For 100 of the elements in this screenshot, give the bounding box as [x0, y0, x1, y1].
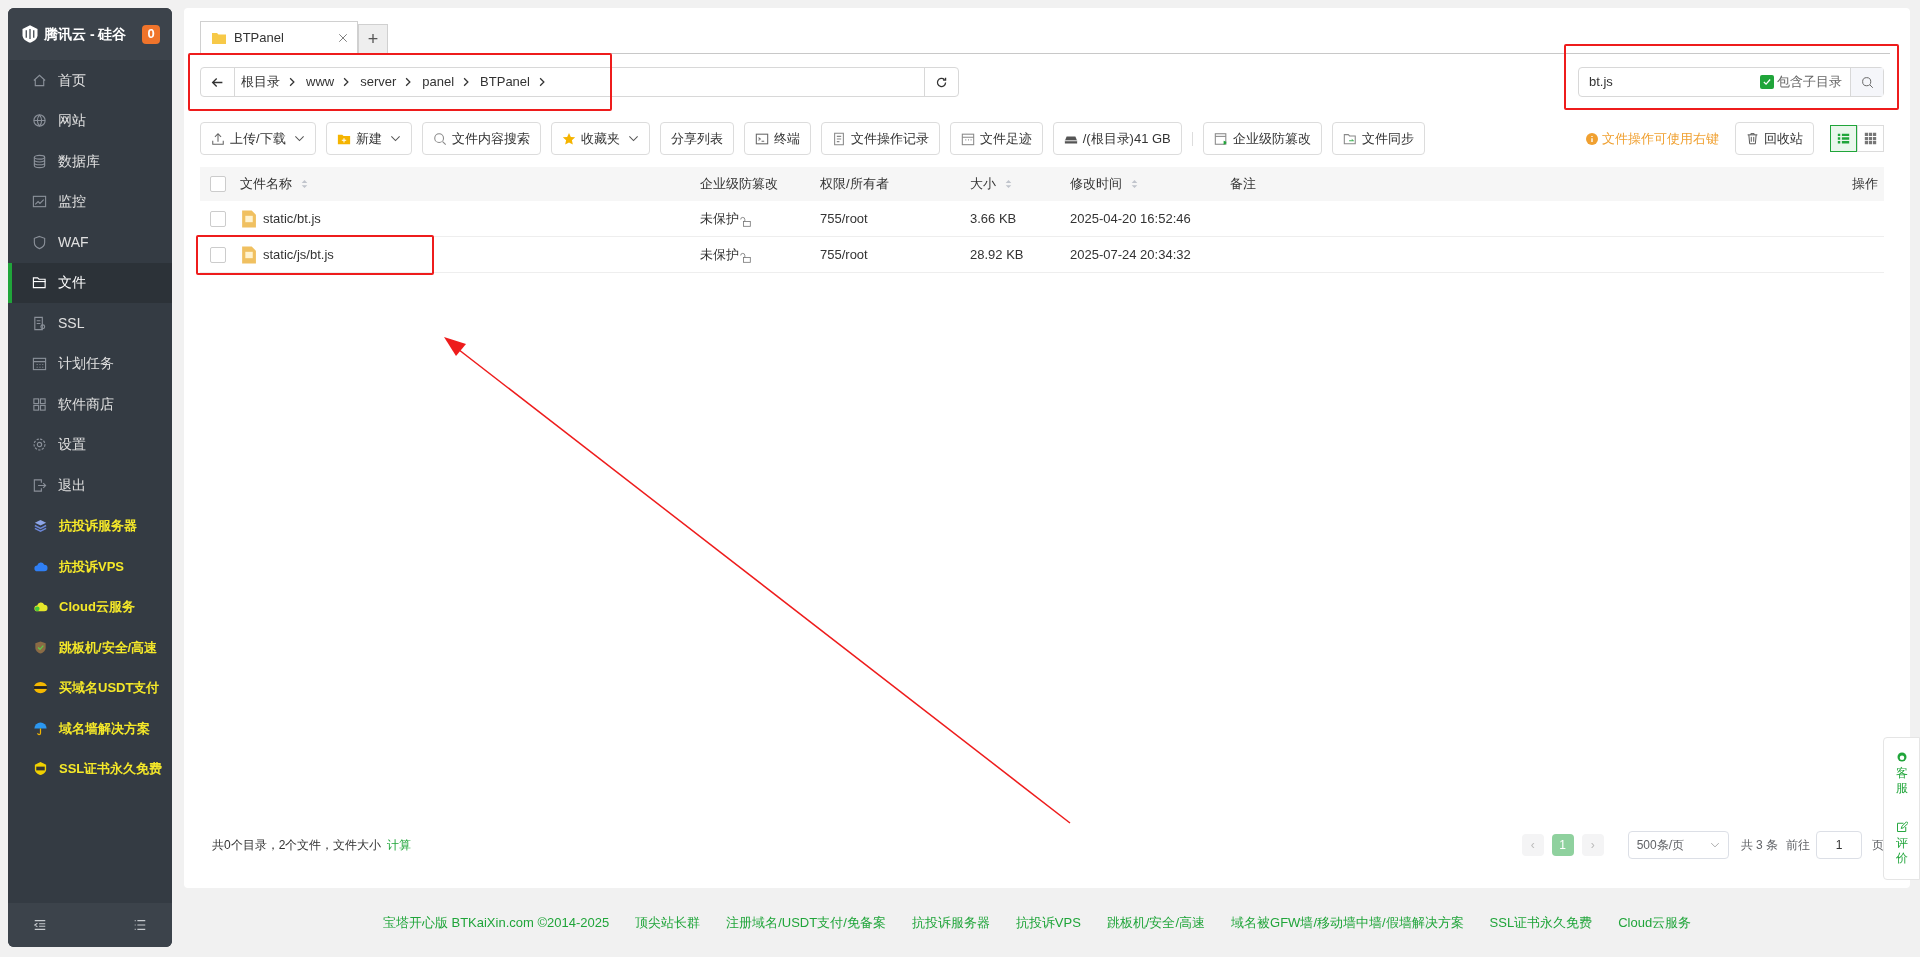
- tab[interactable]: BTPanel: [200, 21, 358, 54]
- sidebar-item[interactable]: 域名墙解决方案: [8, 708, 172, 749]
- settings-icon: [32, 437, 47, 453]
- sidebar-item[interactable]: 首页: [8, 60, 172, 101]
- breadcrumb-segment[interactable]: www: [300, 68, 339, 96]
- column-header[interactable]: 大小: [970, 174, 996, 194]
- toolbar-button[interactable]: 文件足迹: [949, 122, 1043, 155]
- back-arrow-icon: [211, 75, 224, 89]
- toolbar-button[interactable]: 分享列表: [659, 122, 734, 155]
- file-name[interactable]: static/bt.js: [263, 208, 321, 229]
- refresh-icon: [935, 75, 948, 89]
- upload-icon: [211, 131, 225, 146]
- breadcrumb-segment[interactable]: 根目录: [235, 68, 284, 96]
- sidebar-item[interactable]: SSL证书永久免费: [8, 748, 172, 789]
- column-header[interactable]: 企业级防篡改: [700, 174, 778, 194]
- sidebar-item[interactable]: 数据库: [8, 141, 172, 182]
- chevron-down-icon: [627, 133, 639, 144]
- column-header[interactable]: 权限/所有者: [820, 174, 889, 194]
- protection-status[interactable]: 未保护: [700, 244, 739, 265]
- grid-view-button[interactable]: [1857, 125, 1884, 152]
- www-badge-icon: [33, 680, 48, 696]
- unlock-icon: [740, 251, 751, 263]
- sidebar-item[interactable]: 文件: [8, 262, 172, 303]
- per-page-select[interactable]: 500条/页: [1627, 831, 1729, 859]
- toolbar-button[interactable]: 终端: [743, 122, 811, 155]
- folder-icon: [210, 30, 228, 46]
- breadcrumb-segment[interactable]: BTPanel: [474, 68, 534, 96]
- sidebar-item[interactable]: 网站: [8, 100, 172, 141]
- info-icon: [1586, 132, 1598, 145]
- row-checkbox[interactable]: [210, 246, 226, 263]
- row-checkbox[interactable]: [210, 176, 226, 192]
- sidebar-item[interactable]: 软件商店: [8, 384, 172, 425]
- certificate-icon: [32, 315, 47, 331]
- column-header[interactable]: 修改时间: [1070, 174, 1122, 194]
- column-header[interactable]: 操作: [1852, 174, 1878, 194]
- recycle-bin-button[interactable]: 回收站: [1735, 122, 1814, 155]
- toolbar-button[interactable]: /(根目录)41 GB: [1052, 122, 1182, 155]
- toolbar-button[interactable]: 新建: [325, 122, 412, 155]
- toolbar-button[interactable]: 企业级防篡改: [1202, 122, 1322, 155]
- trash-icon: [1746, 132, 1759, 145]
- sort-icon: [1004, 178, 1013, 190]
- apps-grid-icon: [32, 396, 47, 412]
- toolbar-button[interactable]: 文件操作记录: [820, 122, 940, 155]
- sort-icon: [1130, 178, 1139, 190]
- grid-icon: [1864, 132, 1877, 145]
- row-checkbox[interactable]: [210, 210, 226, 227]
- breadcrumb-segment[interactable]: server: [354, 68, 401, 96]
- calendar-icon: [32, 356, 47, 372]
- include-subdirs-checkbox[interactable]: 包含子目录: [1760, 68, 1850, 96]
- sidebar-item[interactable]: 买域名USDT支付: [8, 667, 172, 708]
- js-file-icon: [240, 208, 257, 229]
- home-icon: [32, 72, 47, 88]
- modified-time-cell-text: 2025-07-24 20:34:32: [1070, 245, 1192, 264]
- toolbar-button[interactable]: 上传/下载: [200, 122, 316, 155]
- file-name[interactable]: static/js/bt.js: [263, 244, 334, 265]
- permission-cell[interactable]: 755/root: [820, 244, 970, 265]
- list-icon: [133, 918, 147, 932]
- logout-icon: [32, 477, 47, 493]
- path-bar[interactable]: 根目录 www server panel BTPanel: [200, 67, 959, 97]
- search-button[interactable]: [1850, 68, 1883, 96]
- column-header[interactable]: 文件名称: [240, 174, 292, 194]
- chevron-down-icon: [1709, 840, 1720, 850]
- sidebar-item[interactable]: 跳板机/安全/高速: [8, 627, 172, 668]
- protection-status[interactable]: 未保护: [700, 208, 739, 229]
- breadcrumb-segment[interactable]: panel: [416, 68, 459, 96]
- brand-name: 腾讯云 - 硅谷: [44, 24, 128, 44]
- sidebar-item[interactable]: WAF: [8, 222, 172, 263]
- list-view-button[interactable]: [1830, 125, 1857, 152]
- close-icon: [338, 33, 348, 43]
- sort-icon: [300, 178, 309, 190]
- size-cell-text: 3.66 KB: [970, 209, 1018, 228]
- total-count: 共 3 条: [1740, 837, 1778, 854]
- search-field[interactable]: bt.js 包含子目录: [1578, 67, 1884, 97]
- sidebar-item[interactable]: 计划任务: [8, 343, 172, 384]
- toolbar-button[interactable]: 文件同步: [1331, 122, 1425, 155]
- toolbar-button[interactable]: 文件内容搜索: [421, 122, 541, 155]
- sidebar-item[interactable]: 设置: [8, 424, 172, 465]
- folder-icon: [32, 275, 47, 291]
- umbrella-icon: [33, 720, 48, 736]
- sidebar-item[interactable]: 抗投诉VPS: [8, 546, 172, 587]
- add-tab-button[interactable]: +: [358, 24, 388, 53]
- calendar-icon: [960, 131, 975, 146]
- modified-time-cell-text: 2025-04-20 16:52:46: [1070, 209, 1192, 228]
- shield-logo-icon: [20, 24, 40, 44]
- window-shield-icon: [1213, 131, 1228, 146]
- sidebar-item[interactable]: SSL: [8, 303, 172, 344]
- column-header[interactable]: 备注: [1230, 174, 1256, 194]
- search-icon: [1860, 75, 1874, 89]
- sidebar-item[interactable]: 监控: [8, 181, 172, 222]
- permission-cell[interactable]: 755/root: [820, 208, 970, 229]
- page-input[interactable]: 1: [1816, 831, 1862, 859]
- toolbar-button[interactable]: 收藏夹: [550, 122, 650, 155]
- document-icon: [831, 131, 846, 146]
- certificate-badge-icon: [33, 761, 48, 777]
- page-unit-label: 页: [1872, 837, 1884, 854]
- sidebar-item[interactable]: 退出: [8, 465, 172, 506]
- hint-text: 文件操作可使用右键: [1602, 129, 1719, 148]
- terminal-icon: [754, 131, 769, 146]
- sidebar-item[interactable]: Cloud云服务: [8, 586, 172, 627]
- sidebar-item[interactable]: 抗投诉服务器: [8, 505, 172, 546]
